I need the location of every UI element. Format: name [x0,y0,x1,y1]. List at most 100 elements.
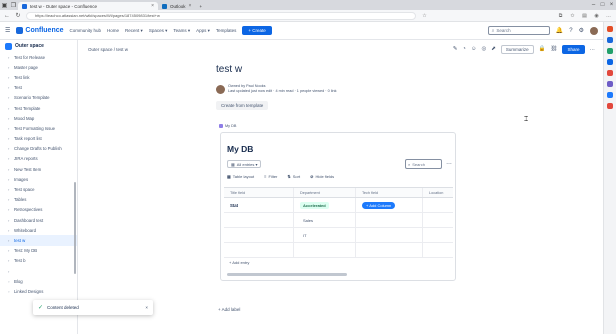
sidebar-item[interactable]: › Master page [0,62,77,72]
chevron-right-icon[interactable]: › [8,146,11,151]
share-button[interactable]: Share [562,44,585,54]
space-header[interactable]: Outer space [0,40,77,52]
create-from-template-button[interactable]: Create from template [216,101,269,110]
sidebar-item[interactable]: › [0,266,77,276]
location-cell[interactable] [423,228,453,242]
title-cell[interactable] [224,213,294,227]
profile-icon[interactable]: ◉ [593,13,600,19]
sidebar-app-icon[interactable] [607,81,613,87]
sidebar-item[interactable]: › Test: My DB [0,246,77,256]
analytics-icon[interactable]: ⬈ [491,46,496,52]
url-field[interactable]: https://ieachco.atlassian.net/wiki/space… [26,11,416,20]
comment-icon[interactable]: ◔ [463,46,466,52]
link-icon[interactable]: ⛓ [551,46,558,52]
author-avatar[interactable] [216,84,225,94]
settings-icon[interactable]: ⚙ [579,27,584,34]
sidebar-app-icon[interactable] [607,48,613,54]
sidebar-app-icon[interactable] [607,70,613,76]
sidebar-app-icon[interactable] [607,37,613,43]
sidebar-item[interactable]: › Test Template [0,103,77,113]
nav-community[interactable]: Community hub [70,28,102,33]
search-input[interactable]: ⌕ Search [487,26,550,35]
chevron-right-icon[interactable]: › [8,106,11,111]
department-cell[interactable]: IT [294,228,356,242]
sidebar-app-icon[interactable] [607,59,613,65]
table-row[interactable]: Sales [224,213,453,228]
page-icon[interactable]: ▫ [8,289,11,294]
add-label-button[interactable]: + Add label [218,307,240,312]
location-cell[interactable] [423,243,453,257]
new-tab-button[interactable]: + [195,2,206,10]
location-cell[interactable] [423,213,453,227]
table-layout-button[interactable]: ▦ Table layout [227,174,254,179]
app-switcher-icon[interactable]: ☰ [5,27,10,34]
view-selector[interactable]: ▦ All entries ▾ [227,160,262,168]
sort-button[interactable]: ⇅ Sort [287,174,300,179]
database-search-input[interactable]: ⌕ Search [405,159,442,169]
sidebar-item[interactable]: › Test link [0,72,77,82]
chevron-right-icon[interactable]: › [8,116,11,121]
filter-button[interactable]: ≡ Filter [264,174,277,179]
restrictions-icon[interactable]: 🔒 [539,46,546,52]
close-tab-icon[interactable]: × [189,3,192,9]
sidebar-item[interactable]: › test w [0,235,77,246]
chevron-right-icon[interactable]: › [8,207,11,212]
title-cell[interactable] [224,243,294,257]
tab-actions-icon[interactable]: ❐ [9,0,18,10]
refresh-icon[interactable]: ↻ [15,12,21,19]
nav-teams[interactable]: Teams ▾ [173,28,190,34]
database-embed-label[interactable]: My DB [219,124,236,128]
sidebar-item[interactable]: › Test for Release [0,52,77,62]
close-tab-icon[interactable]: × [151,3,154,9]
department-cell[interactable]: Accelerated [294,198,356,212]
table-row[interactable]: IT [224,228,453,243]
tech-cell[interactable] [356,228,423,242]
title-cell[interactable] [224,228,294,242]
hide-fields-button[interactable]: ⊘ Hide fields [310,174,334,179]
sidebar-item[interactable]: › Tables [0,195,77,205]
add-entry-button[interactable]: + Add entry [229,260,249,265]
title-cell[interactable]: Stat [224,198,294,212]
column-header[interactable]: Location [423,188,453,197]
sidebar-item[interactable]: › Retrospectives [0,205,77,215]
edit-icon[interactable]: ✎ [453,46,458,52]
tech-cell[interactable] [356,243,423,257]
chevron-right-icon[interactable]: › [8,248,11,253]
sidebar-app-icon[interactable] [607,103,613,109]
table-row[interactable] [224,243,453,258]
watch-icon[interactable]: ◎ [481,46,486,52]
breadcrumb[interactable]: Outer space / test w [88,47,128,52]
chevron-right-icon[interactable]: › [8,126,11,131]
sidebar-scrollbar[interactable] [74,182,76,274]
table-horizontal-scrollbar[interactable] [227,273,347,276]
tech-cell[interactable] [356,213,423,227]
close-window-icon[interactable]: × [607,0,616,10]
user-avatar[interactable] [590,26,598,35]
chevron-right-icon[interactable]: › [8,156,11,161]
chevron-right-icon[interactable]: › [8,167,11,172]
sidebar-item[interactable]: › New Test Item [0,164,77,174]
help-icon[interactable]: ? [569,28,572,34]
close-icon[interactable]: × [145,305,148,310]
more-icon[interactable]: … [605,13,612,19]
reactions-icon[interactable]: ☺ [471,46,477,52]
chevron-right-icon[interactable]: › [8,55,11,60]
page-icon[interactable]: ▫ [8,279,11,284]
sidebar-app-icon[interactable] [607,92,613,98]
favorite-star-icon[interactable]: ☆ [421,13,428,19]
sidebar-item[interactable]: › Mood Map [0,113,77,123]
sidebar-item[interactable]: › Test b [0,256,77,266]
chevron-right-icon[interactable]: › [8,85,11,90]
browser-tab-active[interactable]: test w - Outer space - Confluence × [18,2,158,10]
browser-menu-icon[interactable]: ▣ [0,0,9,10]
more-actions-icon[interactable]: … [590,46,596,52]
chevron-right-icon[interactable]: › [8,258,11,263]
sidebar-item[interactable]: › Dashboard test [0,215,77,225]
sidebar-item[interactable]: › Whiteboard [0,225,77,235]
confluence-logo[interactable]: Confluence [16,27,64,34]
nav-apps[interactable]: Apps ▾ [196,28,210,34]
chevron-right-icon[interactable]: › [8,177,11,182]
nav-recent[interactable]: Recent ▾ [125,28,143,34]
column-header[interactable]: Title field [224,188,294,197]
sidebar-item[interactable]: › Images [0,174,77,184]
